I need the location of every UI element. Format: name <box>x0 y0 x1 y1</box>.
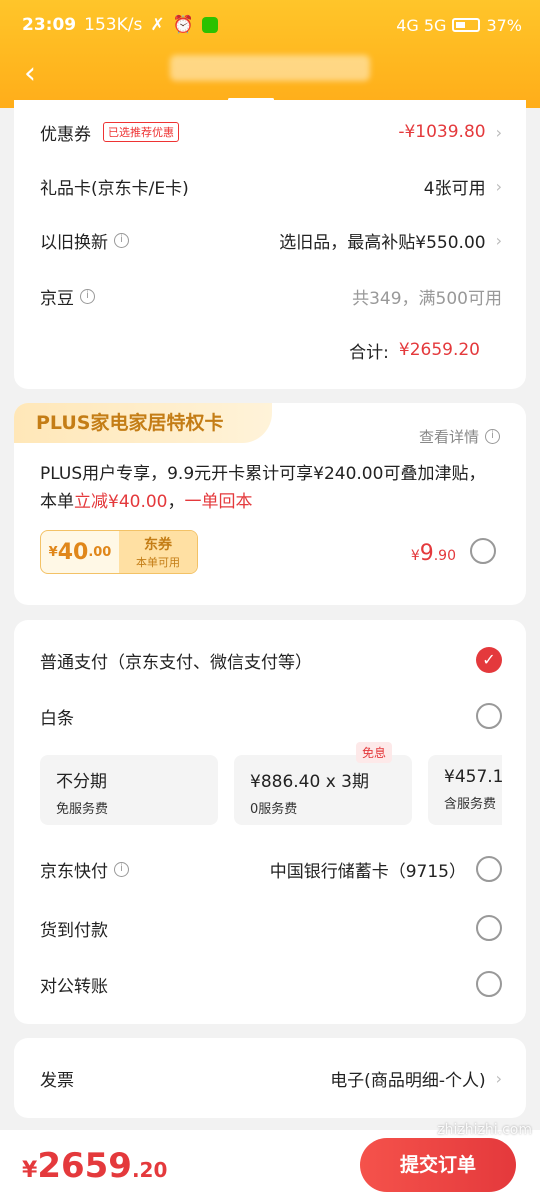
jingdou-row: 京豆 i 共349，满500可用 <box>40 276 502 316</box>
subtotal-label: 合计: <box>349 342 389 363</box>
invoice-card: 发票 电子(商品明细-个人) › <box>14 1038 526 1118</box>
installment-list: 不分期 免服务费 ¥886.40 x 3期 0服务费 ¥457.1 含服务费 <box>40 755 502 825</box>
coupon-sub: 本单可用 <box>136 556 180 569</box>
jingdou-label: 京豆 <box>40 288 74 309</box>
view-details-link[interactable]: 查看详情 i <box>419 426 500 447</box>
info-icon: i <box>485 429 500 444</box>
quickpay-label: 京东快付 <box>40 861 108 882</box>
payment-card: 普通支付（京东支付、微信支付等） ✓ 白条 不分期 免服务费 ¥886.40 x… <box>14 620 526 1024</box>
watermark: zhizhizhi.com <box>437 1122 532 1138</box>
normal-pay-label: 普通支付（京东支付、微信支付等） <box>40 652 312 673</box>
quickpay-radio[interactable] <box>476 856 502 882</box>
signal-icon: 4G 5G <box>396 15 447 35</box>
info-icon[interactable]: i <box>114 232 129 248</box>
info-icon[interactable]: i <box>80 288 95 304</box>
invoice-row[interactable]: 发票 电子(商品明细-个人) › <box>40 1058 502 1098</box>
mute-icon: ✗ <box>150 15 165 35</box>
transfer-radio[interactable] <box>476 971 502 997</box>
plus-price: ¥9.90 <box>410 541 456 566</box>
giftcard-label: 礼品卡(京东卡/E卡) <box>40 178 189 199</box>
coupon-name: 东券 <box>144 537 172 553</box>
battery-percent: 37% <box>486 15 522 35</box>
bottom-bar: ¥2659.20 提交订单 <box>0 1130 540 1200</box>
cod-radio[interactable] <box>476 915 502 941</box>
jingdou-value: 共349，满500可用 <box>352 288 502 309</box>
coupon-label: 优惠券 <box>40 124 91 145</box>
plus-description: PLUS用户专享，9.9元开卡累计可享¥240.00可叠加津贴，本单立减¥40.… <box>40 464 486 512</box>
coupon-value: -¥1039.80 <box>398 122 486 142</box>
recommended-tag: 已选推荐优惠 <box>103 122 179 142</box>
plus-card: PLUS家电家居特权卡 查看详情 i PLUS用户专享，9.9元开卡累计可享¥2… <box>14 403 526 605</box>
baitiao-row[interactable]: 白条 <box>40 696 502 736</box>
status-bar: 23:09 153K/s ✗ ⏰ 4G 5G 37% <box>22 12 522 38</box>
wechat-icon <box>201 17 218 33</box>
invoice-value: 电子(商品明细-个人) <box>330 1070 486 1091</box>
baitiao-label: 白条 <box>40 708 74 729</box>
plus-radio[interactable] <box>470 538 496 564</box>
submit-order-button[interactable]: 提交订单 <box>360 1138 516 1192</box>
normal-pay-row[interactable]: 普通支付（京东支付、微信支付等） ✓ <box>40 640 502 680</box>
subtotal-row: 合计: ¥2659.20 <box>40 330 502 370</box>
installment-option[interactable]: ¥457.1 含服务费 <box>428 755 502 825</box>
tradein-label: 以旧换新 <box>40 232 108 253</box>
plus-title: PLUS家电家居特权卡 <box>14 403 272 443</box>
status-time: 23:09 <box>22 15 77 35</box>
top-bar: 23:09 153K/s ✗ ⏰ 4G 5G 37% ‹ <box>0 0 540 108</box>
baitiao-radio[interactable] <box>476 703 502 729</box>
interest-free-badge: 免息 <box>356 742 393 763</box>
invoice-label: 发票 <box>40 1070 74 1091</box>
transfer-row[interactable]: 对公转账 <box>40 964 502 1004</box>
chevron-right-icon: › <box>495 122 502 142</box>
cod-label: 货到付款 <box>40 920 108 941</box>
page-title-blurred <box>170 55 370 81</box>
alarm-icon: ⏰ <box>172 15 194 35</box>
status-speed: 153K/s <box>84 15 143 35</box>
chevron-right-icon: › <box>495 230 502 250</box>
chevron-right-icon: › <box>495 176 502 196</box>
quickpay-row[interactable]: 京东快付 i 中国银行储蓄卡（9715） <box>40 849 502 889</box>
transfer-label: 对公转账 <box>40 976 108 997</box>
coupon-row[interactable]: 优惠券 已选推荐优惠 -¥1039.80 › <box>40 112 502 152</box>
tradein-row[interactable]: 以旧换新 i 选旧品，最高补贴¥550.00 › <box>40 220 502 260</box>
tradein-value: 选旧品，最高补贴¥550.00 <box>279 232 486 253</box>
info-icon[interactable]: i <box>114 861 129 877</box>
giftcard-value: 4张可用 <box>423 178 486 199</box>
subtotal-value: ¥2659.20 <box>398 340 480 360</box>
installment-option[interactable]: 不分期 免服务费 <box>40 755 218 825</box>
quickpay-value: 中国银行储蓄卡（9715） <box>269 861 466 882</box>
battery-icon <box>452 18 481 32</box>
checked-icon[interactable]: ✓ <box>476 647 502 673</box>
discount-card: 优惠券 已选推荐优惠 -¥1039.80 › 礼品卡(京东卡/E卡) 4张可用 … <box>14 100 526 389</box>
order-total: ¥2659.20 <box>22 1146 168 1186</box>
giftcard-row[interactable]: 礼品卡(京东卡/E卡) 4张可用 › <box>40 166 502 206</box>
plus-coupon: ¥ 40 .00 东券 本单可用 <box>40 530 198 574</box>
cod-row[interactable]: 货到付款 <box>40 908 502 948</box>
back-button[interactable]: ‹ <box>24 59 52 89</box>
installment-option[interactable]: ¥886.40 x 3期 0服务费 <box>234 755 412 825</box>
chevron-right-icon: › <box>495 1068 502 1088</box>
